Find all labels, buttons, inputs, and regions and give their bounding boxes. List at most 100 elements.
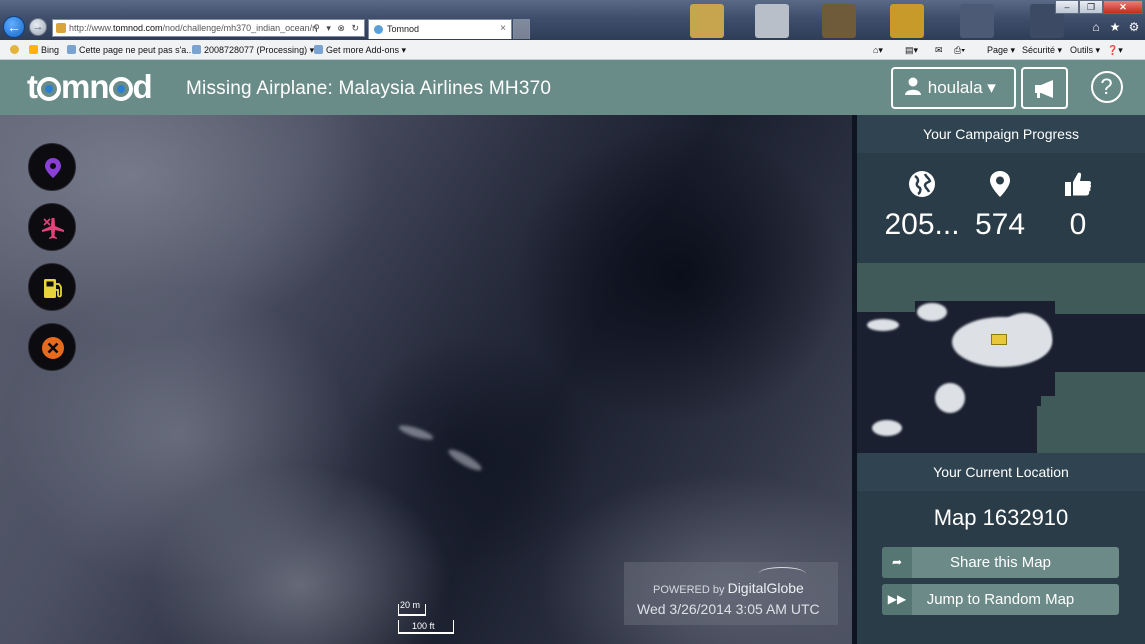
favorites-star-icon[interactable]: ★ bbox=[1108, 20, 1122, 34]
favorite-addons[interactable]: Get more Add-ons ▾ bbox=[314, 43, 406, 57]
logo-eye-icon bbox=[37, 77, 61, 101]
new-tab-button[interactable] bbox=[513, 19, 530, 39]
feeds-cmd-icon[interactable]: ▤▾ bbox=[905, 43, 918, 57]
scale-meters-label: 20 m bbox=[400, 600, 421, 610]
share-arrow-icon: ➦ bbox=[882, 547, 912, 578]
desktop-icon-2 bbox=[755, 4, 789, 38]
page-icon bbox=[67, 45, 76, 54]
site-favicon-icon bbox=[56, 23, 66, 33]
fuel-pump-icon bbox=[44, 279, 62, 298]
favorite-processing[interactable]: 2008728077 (Processing) ▾ bbox=[192, 43, 314, 57]
address-bar-icons[interactable]: ⚲ ▾ ⊗ ↻ bbox=[313, 20, 361, 36]
scale-bar-meters bbox=[398, 614, 426, 616]
page-title: Missing Airplane: Malaysia Airlines MH37… bbox=[186, 78, 552, 99]
megaphone-icon bbox=[1034, 80, 1053, 98]
announcements-button[interactable] bbox=[1021, 67, 1068, 109]
close-circle-icon bbox=[42, 337, 64, 359]
browser-toolbar-icons: ⌂ ★ ⚙ bbox=[1089, 20, 1141, 34]
page-icon bbox=[192, 45, 201, 54]
minimap-cloud bbox=[867, 319, 899, 331]
share-map-button[interactable]: ➦ Share this Map bbox=[882, 547, 1119, 578]
home-icon[interactable]: ⌂ bbox=[1089, 20, 1103, 34]
favorite-bing[interactable]: Bing bbox=[29, 43, 59, 57]
map-pin-purple-icon bbox=[45, 158, 61, 178]
map-pin-icon bbox=[990, 171, 1010, 197]
stat-value: 574 bbox=[974, 208, 1026, 241]
current-map-name: Map 1632910 bbox=[933, 505, 1069, 530]
url-domain: tomnod.com bbox=[113, 23, 163, 33]
tag-location-button[interactable] bbox=[28, 143, 76, 191]
forward-button[interactable]: → bbox=[29, 18, 47, 36]
desktop-icon-5 bbox=[960, 4, 994, 38]
home-cmd-icon[interactable]: ⌂▾ bbox=[873, 43, 883, 57]
favorites-star-button[interactable] bbox=[10, 43, 22, 57]
scale-bar-feet bbox=[398, 632, 454, 634]
addons-icon bbox=[314, 45, 323, 54]
back-button[interactable]: ← bbox=[3, 16, 25, 38]
fast-forward-icon: ▶▶ bbox=[882, 584, 912, 615]
imagery-credit: POWERED by DigitalGlobe Wed 3/26/2014 3:… bbox=[624, 562, 838, 625]
user-menu-button[interactable]: houlala ▾ bbox=[891, 67, 1016, 109]
random-map-button[interactable]: ▶▶ Jump to Random Map bbox=[882, 584, 1119, 615]
add-favorites-icon bbox=[10, 45, 19, 54]
mail-cmd-icon[interactable]: ✉ bbox=[935, 43, 943, 57]
favorites-bar: Bing Cette page ne peut pas s'a... 20087… bbox=[0, 40, 1145, 60]
tab-close-icon[interactable]: × bbox=[500, 20, 506, 38]
powered-by-label: POWERED by bbox=[653, 584, 725, 596]
side-panel: Your Campaign Progress 205... 574 0 Your… bbox=[857, 115, 1145, 644]
close-window-button[interactable]: ✕ bbox=[1103, 0, 1143, 14]
campaign-minimap[interactable] bbox=[857, 263, 1145, 453]
imagery-timestamp: Wed 3/26/2014 3:05 AM UTC bbox=[637, 601, 820, 617]
tomnod-logo[interactable]: t mn d bbox=[27, 70, 153, 104]
tag-oil-slick-button[interactable] bbox=[28, 263, 76, 311]
tab-tomnod[interactable]: Tomnod × bbox=[368, 19, 512, 39]
help-icon: ? bbox=[1090, 71, 1123, 103]
satellite-map[interactable]: 20 m 100 ft POWERED by DigitalGlobe Wed … bbox=[0, 115, 855, 644]
scale-tick bbox=[453, 620, 454, 634]
tools-menu[interactable]: Outils ▾ bbox=[1070, 43, 1100, 57]
location-heading: Your Current Location bbox=[857, 453, 1145, 491]
scale-tick bbox=[398, 604, 399, 616]
tag-other-button[interactable] bbox=[28, 323, 76, 371]
minimap-cloud bbox=[917, 303, 947, 321]
minimap-cloud bbox=[872, 420, 902, 436]
page-menu[interactable]: Page ▾ bbox=[987, 43, 1015, 57]
map-scale: 20 m 100 ft bbox=[398, 600, 456, 634]
scale-feet-label: 100 ft bbox=[412, 621, 435, 631]
app-header: t mn d Missing Airplane: Malaysia Airlines… bbox=[0, 60, 1145, 115]
desktop-icon-4 bbox=[890, 4, 924, 38]
stat-value: 205... bbox=[884, 208, 960, 241]
minimize-button[interactable]: – bbox=[1055, 0, 1079, 14]
stat-agreements: 0 bbox=[1033, 170, 1123, 242]
scale-tick bbox=[425, 604, 426, 616]
browser-titlebar: – ❐ ✕ ← → http://www.tomnod.com/nod/chal… bbox=[0, 0, 1145, 40]
help-button[interactable]: ? bbox=[1083, 67, 1130, 109]
window-controls: – ❐ ✕ bbox=[1055, 0, 1143, 14]
desktop-icon-3 bbox=[822, 4, 856, 38]
favorite-error-page[interactable]: Cette page ne peut pas s'a... bbox=[67, 43, 194, 57]
tab-favicon-icon bbox=[374, 25, 383, 34]
address-bar[interactable]: http://www.tomnod.com/nod/challenge/mh37… bbox=[52, 19, 365, 37]
security-menu[interactable]: Sécurité ▾ bbox=[1022, 43, 1062, 57]
stat-value: 0 bbox=[1069, 208, 1087, 241]
map-feature bbox=[397, 422, 435, 443]
desktop-icon-1 bbox=[690, 4, 724, 38]
digitalglobe-swoosh-icon bbox=[758, 567, 806, 581]
thumbs-up-icon bbox=[1065, 172, 1092, 196]
print-cmd-icon[interactable]: ⎙▾ bbox=[954, 43, 965, 57]
airplane-icon bbox=[42, 218, 64, 239]
share-map-label: Share this Map bbox=[950, 554, 1051, 571]
globe-icon bbox=[909, 171, 935, 197]
help-menu[interactable]: ❓▾ bbox=[1107, 43, 1123, 57]
url-path: /nod/challenge/mh370_indian_ocean/n bbox=[162, 23, 318, 33]
tab-title: Tomnod bbox=[387, 24, 420, 34]
url-prefix: http://www. bbox=[69, 23, 114, 33]
maximize-button[interactable]: ❐ bbox=[1079, 0, 1103, 14]
digitalglobe-logo: DigitalGlobe bbox=[727, 580, 804, 596]
tag-wreckage-button[interactable] bbox=[28, 203, 76, 251]
settings-gear-icon[interactable]: ⚙ bbox=[1127, 20, 1141, 34]
bing-icon bbox=[29, 45, 38, 54]
logo-eye-icon bbox=[108, 77, 133, 101]
random-map-label: Jump to Random Map bbox=[926, 591, 1075, 608]
minimap-cloud bbox=[935, 383, 965, 413]
